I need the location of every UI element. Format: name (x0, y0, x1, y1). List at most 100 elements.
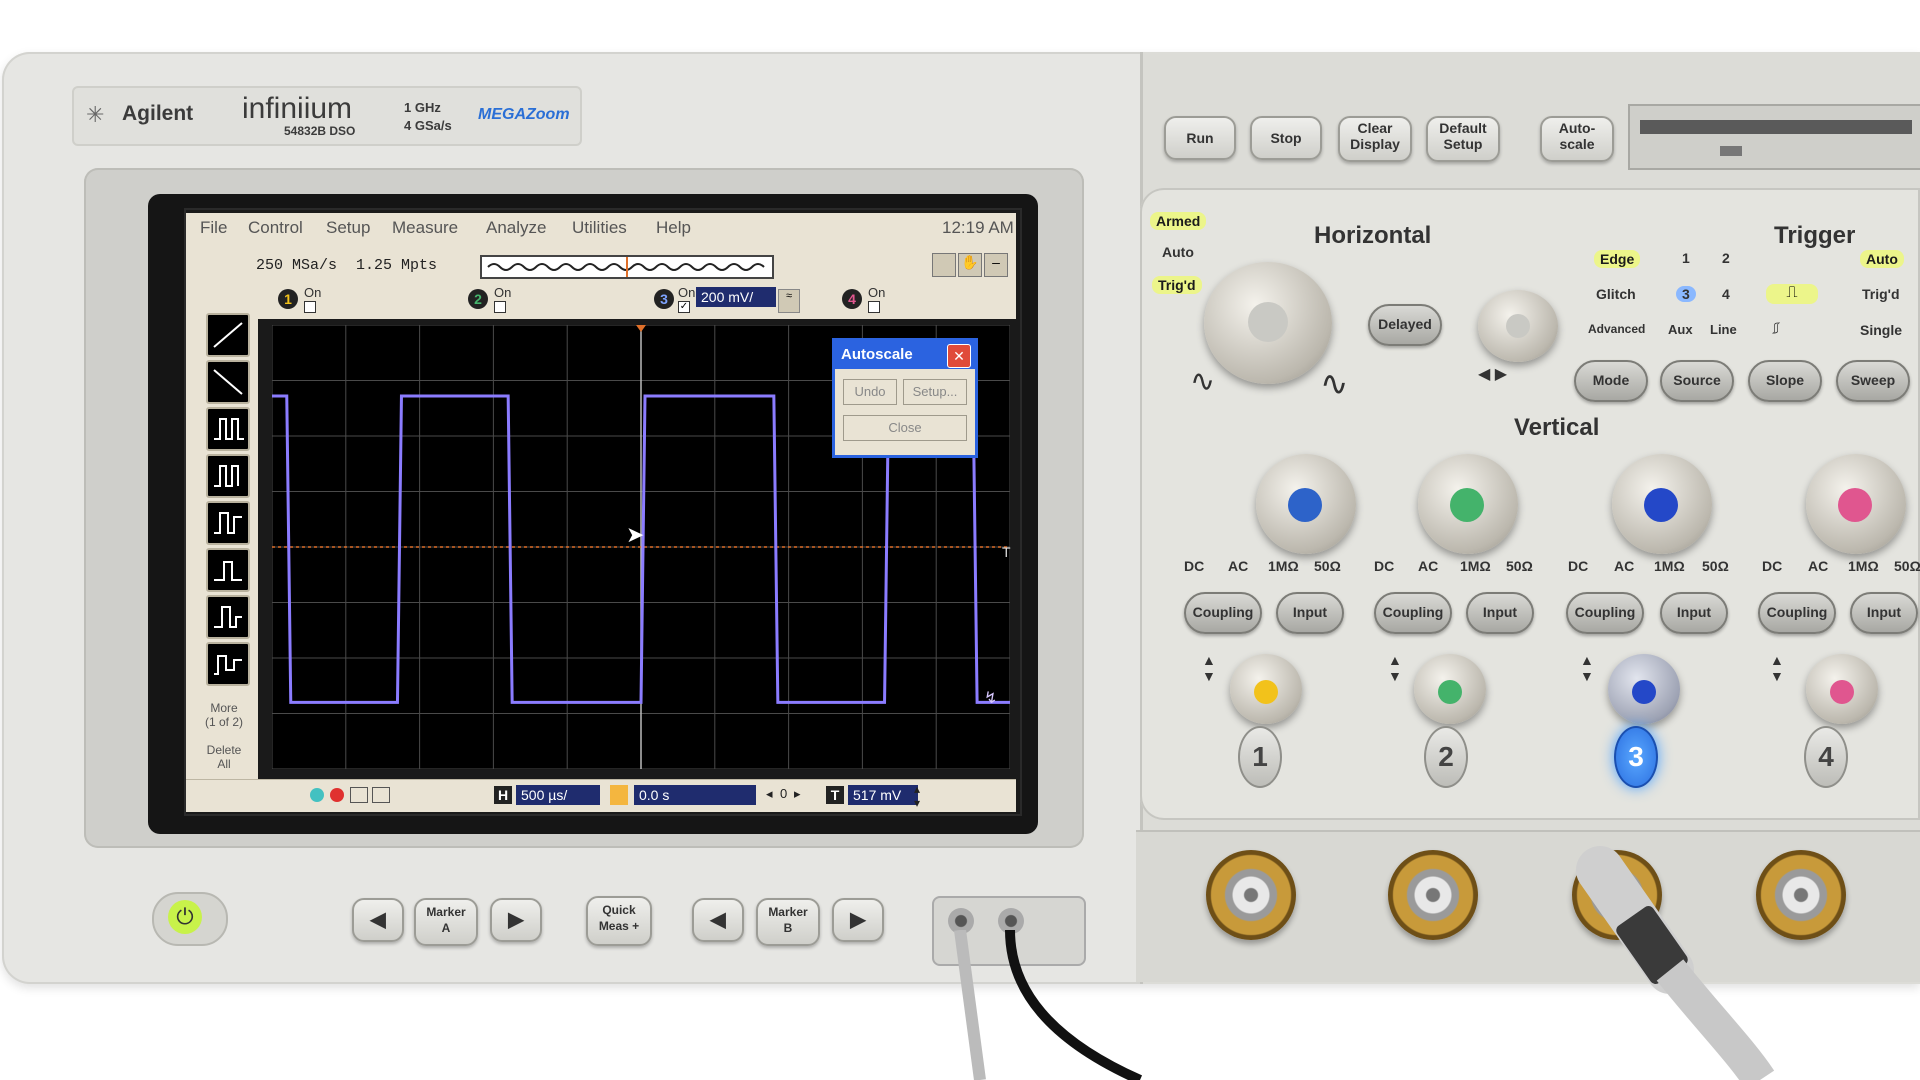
menu-control[interactable]: Control (248, 218, 303, 238)
ch1-coupling-dc: DC (1184, 558, 1205, 574)
delay-value[interactable]: 0.0 s (634, 785, 756, 805)
pulse-width-trigger-icon[interactable] (206, 454, 250, 498)
trigger-stepper-icon[interactable]: ▴ ▾ (914, 782, 920, 810)
channel-1-bnc-icon[interactable] (1206, 850, 1296, 940)
ch4-input-button[interactable]: Input (1850, 592, 1918, 634)
ch4-impedance-50: 50Ω (1894, 558, 1920, 574)
model-number: 54832B DSO (284, 124, 356, 138)
run-button[interactable]: Run (1164, 116, 1236, 160)
delayed-button[interactable]: Delayed (1368, 304, 1442, 346)
menu-file[interactable]: File (200, 218, 227, 238)
channel-4-button[interactable]: 4 (1804, 726, 1848, 788)
falling-edge-trigger-icon[interactable] (206, 360, 250, 404)
ch2-input-button[interactable]: Input (1466, 592, 1534, 634)
trigger-source-button[interactable]: Source (1660, 360, 1734, 402)
screenshot-icon[interactable] (350, 787, 368, 803)
ch3-coupling-button[interactable]: Coupling (1566, 592, 1644, 634)
trigger-title: Trigger (1774, 222, 1856, 249)
memory-bar (480, 255, 774, 279)
spec-bandwidth: 1 GHz (404, 100, 441, 115)
stop-button[interactable]: Stop (1250, 116, 1322, 160)
marker-a-right-button[interactable]: ▶ (490, 898, 542, 942)
glitch-trigger-icon[interactable] (206, 407, 250, 451)
stop-indicator-icon[interactable] (330, 788, 344, 802)
pattern-trigger-icon[interactable] (206, 501, 250, 545)
setup-button[interactable]: Setup... (903, 379, 967, 405)
horizontal-scale-knob[interactable] (1204, 262, 1332, 384)
menu-utilities[interactable]: Utilities (572, 218, 627, 238)
marker-b-left-button[interactable]: ◀ (692, 898, 744, 942)
horizontal-position-knob[interactable] (1478, 290, 1558, 362)
ch3-input-button[interactable]: Input (1660, 592, 1728, 634)
channel-4-badge[interactable]: 4 (842, 289, 862, 309)
channel-3-button[interactable]: 3 (1614, 726, 1658, 788)
ch2-coupling-button[interactable]: Coupling (1374, 592, 1452, 634)
channel-2-checkbox[interactable] (494, 301, 506, 313)
channel-3-badge[interactable]: 3 (654, 289, 674, 309)
channel-2-offset-knob[interactable] (1414, 654, 1486, 724)
ch1-coupling-button[interactable]: Coupling (1184, 592, 1262, 634)
ch1-coupling-ac: AC (1228, 558, 1249, 574)
minimize-icon[interactable]: – (984, 253, 1008, 277)
timeout-trigger-icon[interactable] (206, 642, 250, 686)
trigger-position-marker (636, 325, 646, 332)
power-button[interactable]: ⏻ (152, 892, 228, 946)
marker-b-label[interactable]: Marker B (756, 898, 820, 946)
default-setup-button[interactable]: Default Setup (1426, 116, 1500, 162)
ch2-offset-arrows-icon: ▲ ▼ (1388, 652, 1402, 684)
channel-4-checkbox[interactable] (868, 301, 880, 313)
menu-setup[interactable]: Setup (326, 218, 370, 238)
marker-a-label[interactable]: Marker A (414, 898, 478, 946)
menu-analyze[interactable]: Analyze (486, 218, 546, 238)
close-button[interactable]: Close (843, 415, 967, 441)
channel-3-checkbox[interactable]: ✓ (678, 301, 690, 313)
toolbox-more-button[interactable]: More (1 of 2) (198, 701, 250, 729)
channel-4-scale-knob[interactable] (1806, 454, 1906, 554)
channel-3-scale[interactable]: 200 mV/ (696, 287, 776, 307)
close-icon[interactable]: ✕ (947, 344, 971, 368)
channel-3-scale-knob[interactable] (1612, 454, 1712, 554)
delay-ref-icon[interactable] (610, 785, 628, 805)
channel-1-offset-knob[interactable] (1230, 654, 1302, 724)
hand-icon[interactable]: ✋ (958, 253, 982, 277)
runt-trigger-icon[interactable] (206, 548, 250, 592)
autoscale-button[interactable]: Auto- scale (1540, 116, 1614, 162)
quick-meas-button[interactable]: Quick Meas + (586, 896, 652, 946)
rising-edge-trigger-icon[interactable] (206, 313, 250, 357)
channel-1-button[interactable]: 1 (1238, 726, 1282, 788)
setup-hold-trigger-icon[interactable] (206, 595, 250, 639)
autoscale-dialog-titlebar: Autoscale ✕ (835, 341, 975, 369)
floppy-eject-icon[interactable] (1720, 146, 1742, 156)
channel-4-offset-knob[interactable] (1806, 654, 1878, 724)
run-indicator-icon[interactable] (310, 788, 324, 802)
ch4-impedance-1m: 1MΩ (1848, 558, 1879, 574)
toolbox-delete-all-button[interactable]: Delete All (198, 743, 250, 771)
clear-display-button[interactable]: Clear Display (1338, 116, 1412, 162)
channel-2-scale-knob[interactable] (1418, 454, 1518, 554)
channel-2-button[interactable]: 2 (1424, 726, 1468, 788)
delay-right-arrow-icon[interactable]: ▸ (794, 786, 801, 802)
scale-stepper-icon[interactable]: ≈ (778, 289, 800, 313)
trigger-sweep-button[interactable]: Sweep (1836, 360, 1910, 402)
acquisition-status-bar: 250 MSa/s 1.25 Mpts ✋ – (186, 243, 1016, 283)
trigger-mode-button[interactable]: Mode (1574, 360, 1648, 402)
undo-button[interactable]: Undo (843, 379, 897, 405)
trigger-slope-button[interactable]: Slope (1748, 360, 1822, 402)
marker-a-left-button[interactable]: ◀ (352, 898, 404, 942)
delay-left-arrow-icon[interactable]: ◂ (766, 786, 773, 802)
timebase-value[interactable]: 500 µs/ (516, 785, 600, 805)
pulse-icon[interactable] (932, 253, 956, 277)
channel-2-bnc-icon[interactable] (1388, 850, 1478, 940)
menu-measure[interactable]: Measure (392, 218, 458, 238)
print-icon[interactable] (372, 787, 390, 803)
menu-help[interactable]: Help (656, 218, 691, 238)
ch4-coupling-button[interactable]: Coupling (1758, 592, 1836, 634)
channel-2-badge[interactable]: 2 (468, 289, 488, 309)
ch1-input-button[interactable]: Input (1276, 592, 1344, 634)
channel-1-scale-knob[interactable] (1256, 454, 1356, 554)
channel-3-offset-knob[interactable] (1608, 654, 1680, 724)
channel-1-badge[interactable]: 1 (278, 289, 298, 309)
trigger-level-value[interactable]: 517 mV (848, 785, 918, 805)
channel-1-checkbox[interactable] (304, 301, 316, 313)
marker-b-right-button[interactable]: ▶ (832, 898, 884, 942)
